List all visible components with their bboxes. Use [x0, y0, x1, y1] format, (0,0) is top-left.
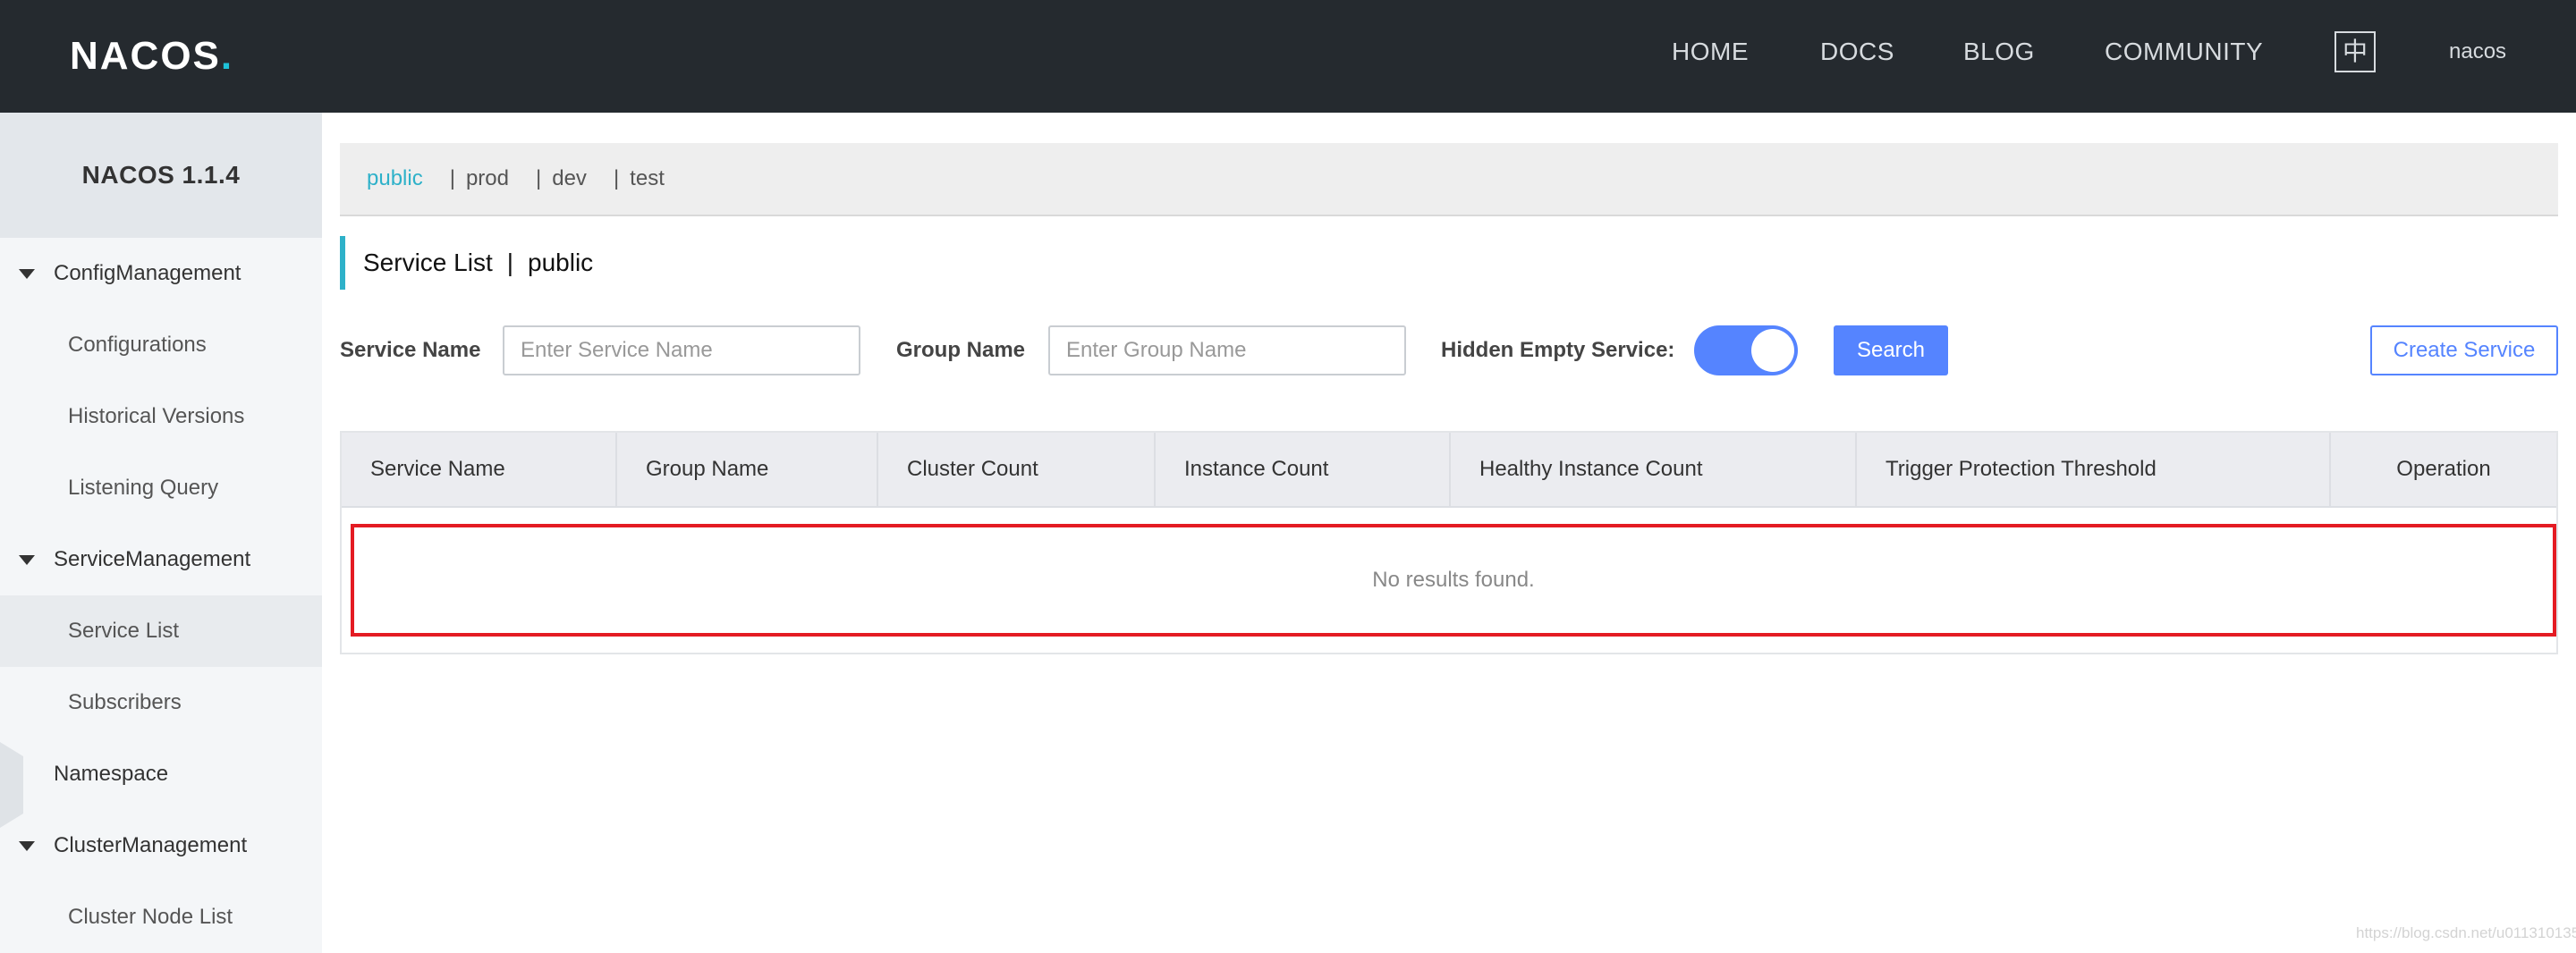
sidebar-item-label: ServiceManagement [54, 547, 251, 571]
group-name-input[interactable] [1048, 325, 1406, 375]
service-name-input[interactable] [503, 325, 860, 375]
sidebar-item-service-list[interactable]: Service List [0, 595, 322, 667]
page-title: Service List | public [340, 236, 593, 290]
caret-down-icon [19, 269, 35, 279]
logo-text: NACOS [70, 34, 221, 78]
column-header-healthy-instance-count: Healthy Instance Count [1451, 433, 1857, 506]
namespace-dev[interactable]: dev [552, 166, 587, 191]
toggle-knob [1751, 329, 1794, 372]
sidebar-item-listening-query[interactable]: Listening Query [0, 452, 322, 524]
watermark: https://blog.csdn.net/u011310135 [2356, 924, 2576, 941]
sidebar-item-subscribers[interactable]: Subscribers [0, 667, 322, 738]
namespace-separator: | [536, 166, 542, 190]
sidebar-item-label: ClusterManagement [54, 833, 248, 857]
service-name-label: Service Name [340, 338, 481, 362]
sidebar-item-configurations[interactable]: Configurations [0, 309, 322, 381]
namespace-prod[interactable]: prod [466, 166, 509, 191]
caret-down-icon [19, 841, 35, 851]
column-header-operation: Operation [2396, 457, 2491, 481]
language-switch-button[interactable]: 中 [2334, 31, 2376, 72]
top-navbar: NACOS. HOME DOCS BLOG COMMUNITY 中 nacos [0, 0, 2576, 113]
sidebar-item-historical-versions[interactable]: Historical Versions [0, 381, 322, 452]
sidebar-item-service-management[interactable]: ServiceManagement [0, 524, 322, 595]
page-title-text: Service List [363, 249, 493, 276]
sidebar-collapse-handle[interactable] [0, 742, 23, 828]
column-header-instance-count: Instance Count [1156, 433, 1451, 506]
column-header-group-name: Group Name [617, 433, 878, 506]
user-name[interactable]: nacos [2449, 0, 2506, 104]
empty-results-highlight: No results found. [351, 524, 2556, 637]
nav-blog[interactable]: BLOG [1963, 0, 2035, 104]
sidebar-item-label: ConfigManagement [54, 261, 242, 285]
namespace-test[interactable]: test [630, 166, 665, 191]
hidden-empty-service-label: Hidden Empty Service: [1441, 338, 1675, 362]
column-header-trigger-protection-threshold: Trigger Protection Threshold [1857, 433, 2331, 506]
title-separator: | [506, 249, 513, 276]
empty-results-message: No results found. [1372, 568, 1535, 592]
page-title-namespace: public [528, 249, 594, 276]
sidebar-item-namespace[interactable]: Namespace [0, 738, 322, 810]
sidebar-item-cluster-management[interactable]: ClusterManagement [0, 810, 322, 881]
column-header-service-name: Service Name [342, 433, 617, 506]
version-title: NACOS 1.1.4 [0, 113, 322, 238]
nacos-logo[interactable]: NACOS. [70, 32, 233, 80]
nav-community[interactable]: COMMUNITY [2105, 0, 2263, 104]
create-service-button[interactable]: Create Service [2370, 325, 2558, 375]
search-button[interactable]: Search [1834, 325, 1948, 375]
namespace-separator: | [449, 166, 455, 190]
group-name-label: Group Name [896, 338, 1026, 362]
nav-home[interactable]: HOME [1672, 0, 1749, 104]
namespace-public[interactable]: public [367, 166, 423, 191]
sidebar-item-config-management[interactable]: ConfigManagement [0, 238, 322, 309]
table-header: Service Name Group Name Cluster Count In… [342, 433, 2556, 508]
service-table: Service Name Group Name Cluster Count In… [340, 431, 2558, 654]
nav-docs[interactable]: DOCS [1820, 0, 1894, 104]
namespace-bar: public | prod | dev | test [340, 143, 2558, 216]
hidden-empty-service-toggle[interactable] [1694, 325, 1798, 375]
sidebar: NACOS 1.1.4 ConfigManagement Configurati… [0, 113, 322, 953]
caret-down-icon [19, 555, 35, 565]
sidebar-item-cluster-node-list[interactable]: Cluster Node List [0, 881, 322, 953]
namespace-separator: | [613, 166, 620, 190]
logo-dot: . [220, 34, 234, 78]
column-header-cluster-count: Cluster Count [878, 433, 1156, 506]
